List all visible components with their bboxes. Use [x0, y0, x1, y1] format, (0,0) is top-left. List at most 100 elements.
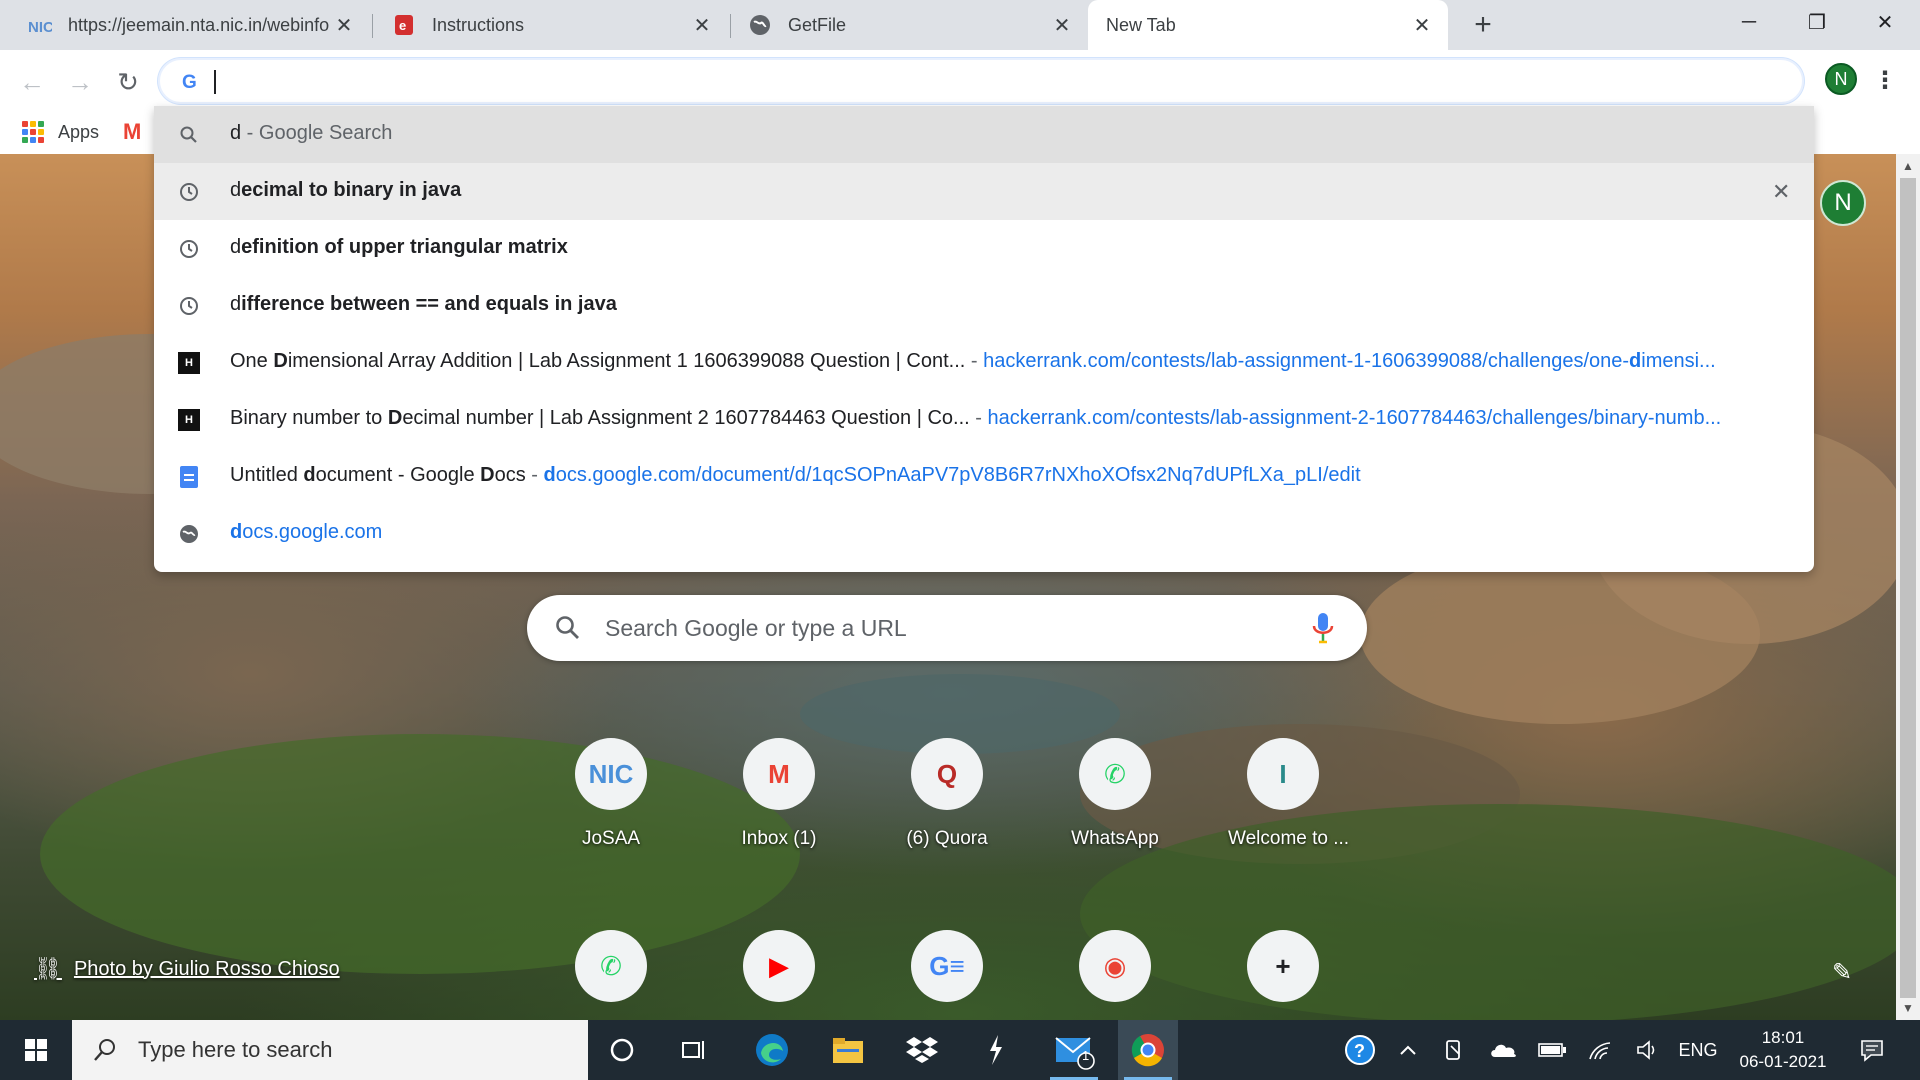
reload-button[interactable]: ↻	[110, 64, 146, 100]
tab-getfile[interactable]: GetFile ✕	[720, 0, 1088, 50]
nic-icon: NIC	[28, 13, 54, 37]
notifications-icon[interactable]	[1846, 1020, 1898, 1080]
nic-icon: NIC	[575, 738, 647, 810]
close-icon[interactable]: ✕	[332, 13, 356, 37]
search-icon	[178, 124, 200, 146]
shortcut-tile[interactable]: I Welcome to ...	[1228, 738, 1349, 850]
quora-icon: Q	[911, 738, 983, 810]
customize-pencil-icon[interactable]: ✎	[1832, 958, 1852, 987]
close-window-button[interactable]: ✕	[1850, 0, 1920, 44]
help-icon[interactable]: ?	[1336, 1020, 1384, 1080]
chrome-icon[interactable]	[1118, 1020, 1178, 1080]
restore-button[interactable]: ❐	[1782, 0, 1852, 44]
shortcut-label: WhatsApp	[1071, 828, 1159, 849]
clock-date: 06-01-2021	[1739, 1052, 1827, 1071]
ntp-search-placeholder: Search Google or type a URL	[605, 615, 907, 641]
ntp-search-box[interactable]: Search Google or type a URL	[527, 595, 1367, 661]
tab-title: GetFile	[788, 14, 847, 35]
suggestion-docs[interactable]: Untitled document - Google Docs - docs.g…	[154, 448, 1814, 505]
suggestion-text: decimal to binary in java	[230, 179, 462, 201]
volume-icon[interactable]	[1628, 1020, 1668, 1080]
tab-title: Instructions	[432, 14, 525, 35]
remove-suggestion-icon[interactable]: ✕	[1772, 179, 1790, 205]
photo-credit-text[interactable]: Photo by Giulio Rosso Chioso	[74, 958, 340, 981]
instructions-icon: e	[392, 13, 416, 37]
task-view-icon[interactable]	[664, 1020, 724, 1080]
meet-now-icon[interactable]	[1436, 1020, 1472, 1080]
scroll-up-arrow[interactable]: ▲	[1896, 156, 1920, 176]
shortcut-tile[interactable]: M Inbox (1)	[724, 738, 834, 850]
scroll-down-arrow[interactable]: ▼	[1896, 998, 1920, 1018]
microphone-icon[interactable]	[1311, 611, 1335, 645]
dropbox-icon[interactable]	[892, 1020, 952, 1080]
suggestion-bookmark[interactable]: H Binary number to Decimal number | Lab …	[154, 391, 1814, 448]
shortcut-label: (6) Quora	[906, 828, 988, 849]
suggestion-history[interactable]: decimal to binary in java ✕	[154, 163, 1814, 220]
suggestion-bookmark[interactable]: H One Dimensional Array Addition | Lab A…	[154, 334, 1814, 391]
shortcut-tile[interactable]: G≡	[892, 930, 1002, 1002]
close-icon[interactable]: ✕	[1050, 13, 1074, 37]
shortcut-tile[interactable]: ✆ WhatsApp	[1060, 738, 1170, 850]
wifi-icon[interactable]	[1580, 1020, 1620, 1080]
new-tab-button[interactable]: +	[1466, 8, 1500, 42]
close-icon[interactable]: ✕	[1410, 13, 1434, 37]
shortcut-tile[interactable]: ✆	[556, 930, 666, 1002]
page-scrollbar[interactable]: ▲ ▼	[1896, 154, 1920, 1020]
shortcut-tile[interactable]: +	[1228, 930, 1338, 1002]
tab-new-tab[interactable]: New Tab ✕	[1088, 0, 1448, 50]
hackerrank-icon: H	[178, 352, 200, 374]
cortana-icon[interactable]	[592, 1020, 652, 1080]
app-lightning-icon[interactable]	[966, 1020, 1026, 1080]
edge-icon[interactable]	[742, 1020, 802, 1080]
bookmark-apps[interactable]: Apps	[22, 121, 99, 143]
onedrive-icon[interactable]	[1484, 1020, 1524, 1080]
shortcut-tile[interactable]: ▶	[724, 930, 834, 1002]
battery-icon[interactable]	[1532, 1020, 1572, 1080]
back-button[interactable]: ←	[14, 64, 50, 100]
language-indicator[interactable]: ENG	[1672, 1020, 1724, 1080]
tab-instructions[interactable]: e Instructions ✕	[362, 0, 728, 50]
search-icon	[92, 1037, 118, 1063]
google-maps-icon: ◉	[1079, 930, 1151, 1002]
tab-jeemain[interactable]: NIC https://jeemain.nta.nic.in/webinfo ✕	[0, 0, 370, 50]
bookmark-apps-label: Apps	[58, 121, 100, 142]
suggestion-text: difference between == and equals in java	[230, 293, 617, 315]
address-bar[interactable]: G	[158, 58, 1804, 104]
taskbar-search-placeholder: Type here to search	[138, 1037, 333, 1062]
close-icon[interactable]: ✕	[690, 13, 714, 37]
history-clock-icon	[178, 238, 200, 260]
shortcut-tile[interactable]: Q (6) Quora	[892, 738, 1002, 850]
shortcut-tile[interactable]: ◉	[1060, 930, 1170, 1002]
ntp-profile-avatar[interactable]: N	[1820, 180, 1866, 226]
start-button[interactable]	[0, 1020, 72, 1080]
forward-button[interactable]: →	[62, 64, 98, 100]
suggestion-history[interactable]: definition of upper triangular matrix	[154, 220, 1814, 277]
profile-avatar[interactable]: N	[1825, 63, 1857, 95]
suggestion-history[interactable]: difference between == and equals in java	[154, 277, 1814, 334]
photo-credit-link[interactable]: ⛓ Photo by Giulio Rosso Chioso	[34, 956, 340, 982]
hackerrank-icon: H	[178, 409, 200, 431]
whatsapp-icon: ✆	[1079, 738, 1151, 810]
minimize-button[interactable]: ─	[1714, 0, 1784, 44]
mail-icon[interactable]: 1	[1044, 1020, 1104, 1080]
file-explorer-icon[interactable]	[818, 1020, 878, 1080]
suggestion-text: Binary number to Decimal number | Lab As…	[230, 407, 1722, 429]
suggestion-site[interactable]: docs.google.com	[154, 505, 1814, 562]
shortcut-tile[interactable]: NIC JoSAA	[556, 738, 666, 850]
suggestion-search[interactable]: d - Google Search	[154, 106, 1814, 163]
tab-title: New Tab	[1106, 14, 1176, 35]
chevron-up-icon[interactable]	[1390, 1020, 1426, 1080]
scroll-thumb[interactable]	[1900, 178, 1916, 998]
menu-icon[interactable]: ⋮	[1870, 64, 1900, 96]
gmail-icon[interactable]: M	[123, 119, 141, 145]
text-caret	[214, 70, 216, 94]
suggestion-text: docs.google.com	[230, 521, 383, 543]
apps-grid-icon	[22, 121, 44, 143]
taskbar-search-box[interactable]: Type here to search	[72, 1020, 588, 1080]
svg-text:?: ?	[1354, 1041, 1365, 1061]
suggestion-text: One Dimensional Array Addition | Lab Ass…	[230, 350, 1716, 372]
link-icon: ⛓	[34, 956, 62, 981]
taskbar-clock[interactable]: 18:01 06-01-2021	[1728, 1026, 1838, 1074]
search-icon	[555, 615, 581, 641]
gmail-icon: M	[743, 738, 815, 810]
